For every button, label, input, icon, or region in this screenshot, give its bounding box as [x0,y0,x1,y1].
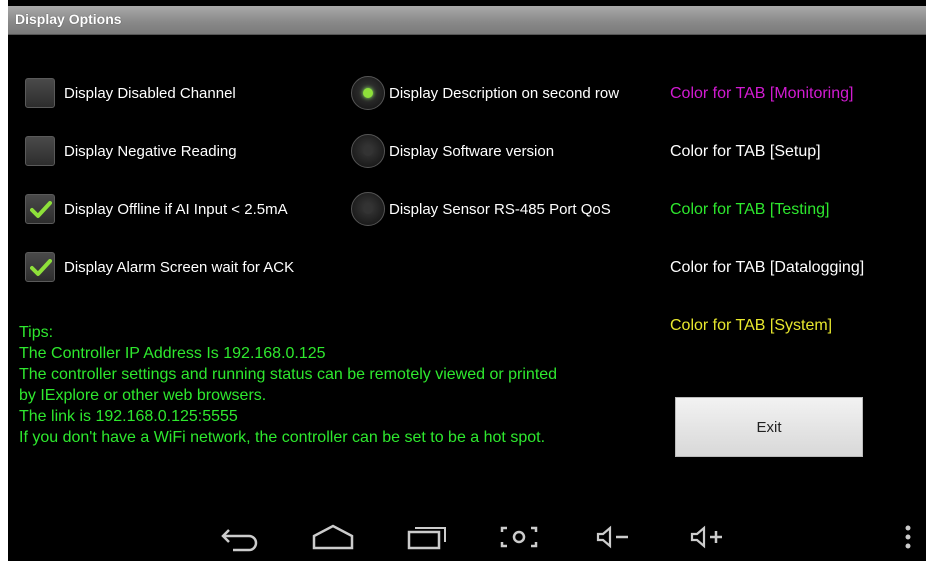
radio-indicator [363,146,373,156]
checkbox-label[interactable]: Display Offline if AI Input < 2.5mA [64,201,288,218]
volume-down-icon[interactable] [594,522,634,552]
tips-line: If you don't have a WiFi network, the co… [19,429,546,446]
checkbox-label[interactable]: Display Negative Reading [64,143,237,160]
color-tab-monitoring[interactable]: Color for TAB [Monitoring] [670,85,853,103]
volume-up-icon[interactable] [688,522,728,552]
screenshot-icon[interactable] [498,522,540,552]
checkbox-label[interactable]: Display Alarm Screen wait for ACK [64,259,294,276]
tips-line: The controller settings and running stat… [19,366,558,383]
exit-button[interactable]: Exit [675,397,863,457]
radio-description-second-row[interactable] [351,76,385,110]
color-tab-datalogging[interactable]: Color for TAB [Datalogging] [670,259,864,277]
radio-label[interactable]: Display Software version [389,143,554,160]
checkbox-display-alarm-screen[interactable] [25,252,55,282]
app-window: Display Options Display Disabled Channel… [8,0,926,561]
radio-label[interactable]: Display Sensor RS-485 Port QoS [389,201,611,218]
color-tab-system[interactable]: Color for TAB [System] [670,317,832,335]
tips-line: The Controller IP Address Is 192.168.0.1… [19,345,326,362]
checkbox-display-disabled-channel[interactable] [25,78,55,108]
tips-line: The link is 192.168.0.125:5555 [19,408,238,425]
radio-indicator [363,88,373,98]
home-icon[interactable] [310,522,356,552]
checkbox-display-offline[interactable] [25,194,55,224]
radio-label[interactable]: Display Description on second row [389,85,619,102]
checkbox-label[interactable]: Display Disabled Channel [64,85,236,102]
tips-text: Tips: The Controller IP Address Is 192.1… [19,322,557,448]
color-tab-setup[interactable]: Color for TAB [Setup] [670,143,821,161]
overflow-menu-icon[interactable] [902,522,914,552]
checkbox-display-negative-reading[interactable] [25,136,55,166]
tips-heading: Tips: [19,324,54,341]
back-icon[interactable] [219,522,261,552]
checkmark-icon [30,201,52,218]
color-tab-testing[interactable]: Color for TAB [Testing] [670,201,829,219]
radio-indicator [363,204,373,214]
window-title: Display Options [15,11,122,27]
recent-apps-icon[interactable] [405,522,449,552]
radio-sensor-qos[interactable] [351,192,385,226]
checkmark-icon [30,259,52,276]
tips-line: by IExplore or other web browsers. [19,387,267,404]
title-bar: Display Options [8,6,926,35]
radio-software-version[interactable] [351,134,385,168]
